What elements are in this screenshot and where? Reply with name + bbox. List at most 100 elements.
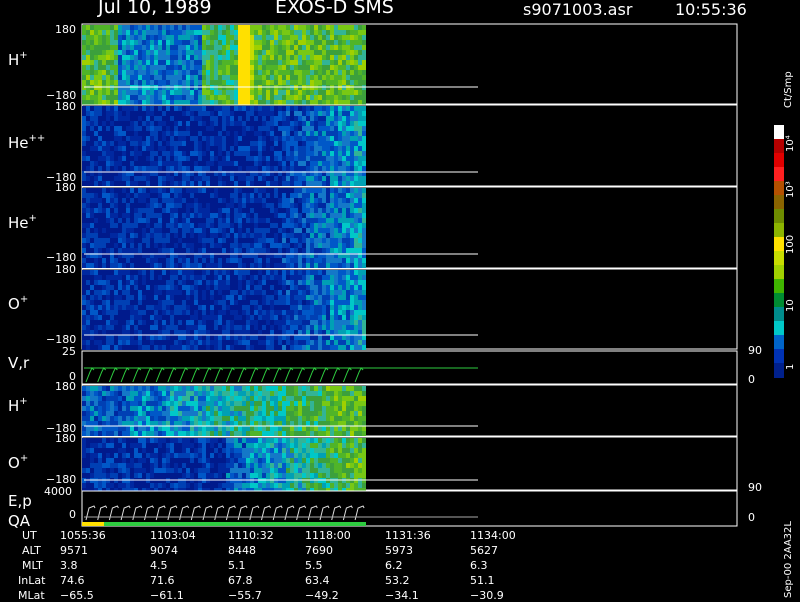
spectrogram-cell — [222, 100, 226, 105]
spectrogram-cell — [114, 181, 118, 186]
spectrogram-cell — [150, 315, 154, 320]
spectrogram-cell — [138, 60, 142, 65]
spectrogram-cell — [254, 330, 258, 335]
spectrogram-cell — [110, 238, 114, 243]
spectrogram-cell — [270, 95, 274, 100]
spectrogram-cell — [118, 295, 122, 300]
spectrogram-cell — [350, 141, 354, 146]
spectrogram-cell — [210, 60, 214, 65]
spectrogram-cell — [330, 131, 334, 136]
spectrogram-cell — [230, 305, 234, 310]
spectrogram-cell — [102, 80, 106, 85]
spectrogram-cell — [82, 295, 86, 300]
spectrogram-cell — [298, 136, 302, 141]
spectrogram-cell — [206, 421, 210, 426]
spectrogram-cell — [218, 238, 222, 243]
spectrogram-cell — [202, 65, 206, 70]
spectrogram-cell — [158, 421, 162, 426]
spectrogram-cell — [82, 188, 86, 193]
spectrogram-cell — [130, 335, 134, 340]
spectrogram-cell — [90, 263, 94, 268]
spectrogram-cell — [358, 90, 362, 95]
spectrogram-cell — [150, 335, 154, 340]
spectrogram-cell — [110, 290, 114, 295]
spectrogram-cell — [86, 65, 90, 70]
spectrogram-cell — [290, 121, 294, 126]
spectrogram-cell — [358, 100, 362, 105]
spectrogram-cell — [358, 258, 362, 263]
spectrogram-cell — [170, 340, 174, 345]
spectrogram-cell — [190, 401, 194, 406]
spectrogram-cell — [186, 136, 190, 141]
spectrogram-cell — [270, 228, 274, 233]
spectrogram-cell — [138, 386, 142, 391]
spectrogram-cell — [238, 295, 242, 300]
spectrogram-cell — [198, 213, 202, 218]
spectrogram-cell — [198, 208, 202, 213]
spectrogram-cell — [250, 406, 254, 411]
spectrogram-cell — [126, 131, 130, 136]
spectrogram-cell — [302, 45, 306, 50]
spectrogram-cell — [198, 263, 202, 268]
spectrogram-cell — [358, 70, 362, 75]
spectrogram-cell — [318, 290, 322, 295]
spectrogram-cell — [118, 50, 122, 55]
spectrogram-cell — [334, 35, 338, 40]
spectrogram-cell — [194, 396, 198, 401]
spectrogram-cell — [278, 310, 282, 315]
spectrogram-cell — [234, 75, 238, 80]
spectrogram-cell — [246, 411, 250, 416]
spectrogram-cell — [346, 116, 350, 121]
spectrogram-cell — [142, 330, 146, 335]
spectrogram-cell — [250, 60, 254, 65]
spectrogram-cell — [246, 141, 250, 146]
spectrogram-cell — [226, 315, 230, 320]
spectrogram-cell — [350, 35, 354, 40]
spectrogram-cell — [114, 121, 118, 126]
spectrogram-cell — [114, 193, 118, 198]
spectrogram-cell — [182, 193, 186, 198]
spectrogram-cell — [270, 188, 274, 193]
spectrogram-cell — [82, 213, 86, 218]
spectrogram-cell — [350, 233, 354, 238]
spectrogram-cell — [182, 263, 186, 268]
spectrogram-cell — [210, 263, 214, 268]
spectrogram-cell — [250, 151, 254, 156]
spectrogram-cell — [190, 335, 194, 340]
spectrogram-cell — [134, 45, 138, 50]
spectrogram-cell — [226, 406, 230, 411]
spectrogram-cell — [82, 426, 86, 431]
spectrogram-cell — [150, 280, 154, 285]
spectrogram-cell — [254, 213, 258, 218]
spectrogram-cell — [242, 233, 246, 238]
spectrogram-cell — [350, 280, 354, 285]
spectrogram-cell — [90, 218, 94, 223]
spectrogram-cell — [234, 131, 238, 136]
spectrogram-cell — [246, 208, 250, 213]
spectrogram-cell — [234, 310, 238, 315]
spectrogram-cell — [146, 243, 150, 248]
spectrogram-cell — [338, 263, 342, 268]
spectrogram-cell — [286, 335, 290, 340]
spectrogram-cell — [166, 181, 170, 186]
spectrogram-cell — [338, 218, 342, 223]
spectrogram-cell — [210, 295, 214, 300]
spectrogram-cell — [222, 218, 226, 223]
spectrogram-cell — [174, 411, 178, 416]
spectrogram-cell — [230, 40, 234, 45]
spectrogram-cell — [178, 406, 182, 411]
spectrogram-cell — [194, 295, 198, 300]
spectrogram-cell — [354, 161, 358, 166]
spectrogram-cell — [198, 421, 202, 426]
spectrogram-cell — [358, 275, 362, 280]
spectrogram-cell — [202, 416, 206, 421]
spectrogram-cell — [122, 421, 126, 426]
spectrogram-cell — [310, 233, 314, 238]
spectrogram-cell — [354, 25, 358, 30]
spectrogram-cell — [162, 151, 166, 156]
spectrogram-cell — [210, 310, 214, 315]
spectrogram-cell — [334, 270, 338, 275]
spectrogram-cell — [126, 310, 130, 315]
spectrogram-cell — [278, 208, 282, 213]
spectrogram-cell — [210, 100, 214, 105]
